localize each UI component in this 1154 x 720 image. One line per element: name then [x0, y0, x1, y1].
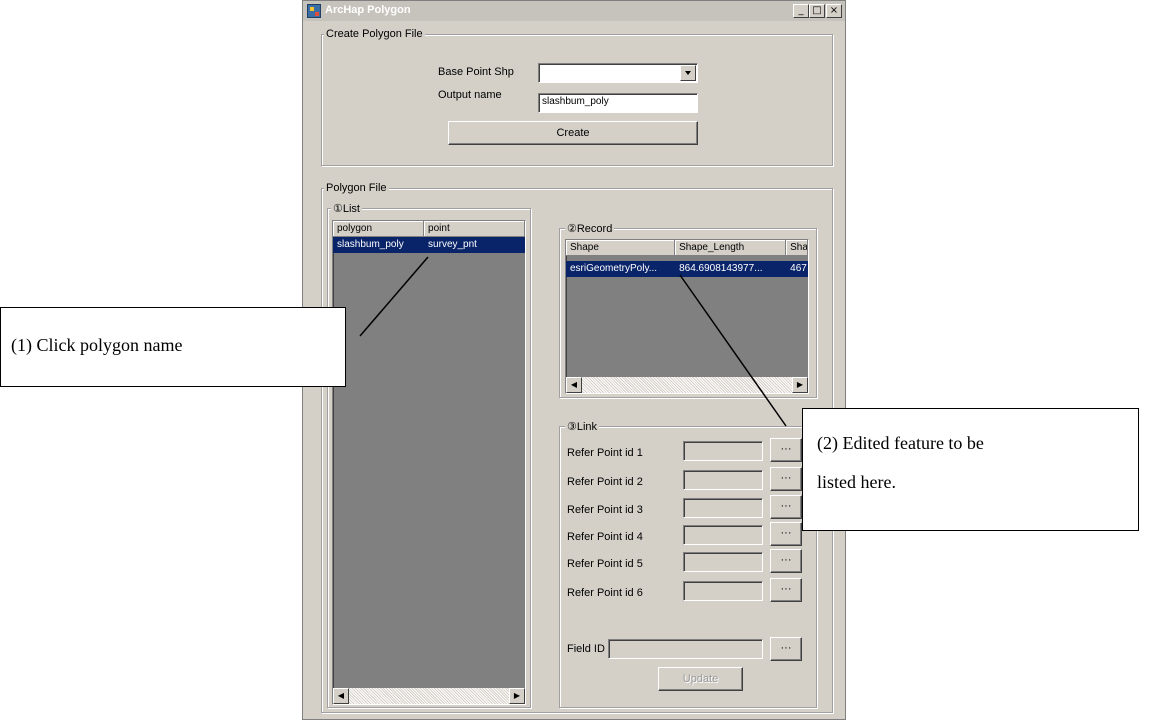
minimize-button[interactable]: _ — [793, 4, 809, 18]
close-button[interactable]: × — [826, 4, 842, 18]
shape-cell: esriGeometryPoly... — [570, 263, 658, 274]
refer-point-3-browse-button[interactable]: ··· — [770, 495, 802, 519]
scroll-right-icon[interactable]: ▶ — [509, 688, 525, 704]
refer-point-6-field[interactable] — [683, 581, 763, 601]
refer-point-5-browse-button[interactable]: ··· — [770, 549, 802, 573]
shape-length-cell: 864.6908143977... — [679, 263, 763, 274]
column-header-shape[interactable]: Shape — [566, 240, 676, 256]
polygon-cell: slashbum_poly — [337, 239, 404, 250]
refer-point-4-label: Refer Point id 4 — [567, 531, 643, 543]
callout-1-text: (1) Click polygon name — [11, 335, 183, 355]
list-horizontal-scrollbar[interactable]: ◀ ▶ — [333, 688, 525, 704]
update-button[interactable]: Update — [658, 667, 743, 691]
refer-point-2-field[interactable] — [683, 470, 763, 490]
app-icon — [307, 4, 321, 18]
output-name-input[interactable]: slashbum_poly — [538, 93, 698, 113]
refer-point-3-label: Refer Point id 3 — [567, 504, 643, 516]
record-legend: ②Record — [565, 222, 615, 235]
link-legend: ③Link — [565, 420, 600, 433]
scroll-left-icon[interactable]: ◀ — [333, 688, 349, 704]
column-header-point[interactable]: point — [424, 221, 525, 237]
refer-point-6-label: Refer Point id 6 — [567, 587, 643, 599]
title-bar[interactable]: ArcHap Polygon _ □ × — [303, 1, 845, 21]
create-polygon-legend: Create Polygon File — [324, 28, 425, 40]
record-header: Shape Shape_Length Sha — [566, 240, 808, 256]
field-id-browse-button[interactable]: ··· — [770, 637, 802, 661]
refer-point-6-browse-button[interactable]: ··· — [770, 578, 802, 602]
point-cell: survey_pnt — [428, 239, 477, 250]
refer-point-4-field[interactable] — [683, 525, 763, 545]
refer-point-2-label: Refer Point id 2 — [567, 476, 643, 488]
shape-area-cell: 467 — [790, 263, 807, 274]
list-legend: ①List — [331, 202, 362, 215]
base-point-combobox[interactable] — [538, 63, 698, 83]
window-title: ArcHap Polygon — [325, 4, 411, 16]
refer-point-5-field[interactable] — [683, 552, 763, 572]
column-header-polygon[interactable]: polygon — [333, 221, 425, 237]
scroll-right-icon[interactable]: ▶ — [792, 377, 808, 393]
column-header-shape-length[interactable]: Shape_Length — [675, 240, 787, 256]
polygon-file-legend: Polygon File — [324, 182, 389, 194]
refer-point-1-browse-button[interactable]: ··· — [770, 438, 802, 462]
refer-point-4-browse-button[interactable]: ··· — [770, 522, 802, 546]
scroll-left-icon[interactable]: ◀ — [566, 377, 582, 393]
callout-2-text-line2: listed here. — [817, 472, 896, 492]
base-point-label: Base Point Shp — [438, 66, 514, 78]
callout-edited-feature: (2) Edited feature to be listed here. — [802, 408, 1139, 531]
field-id-label: Field ID — [567, 643, 605, 655]
field-id-field[interactable] — [608, 639, 763, 659]
scroll-track[interactable] — [349, 688, 509, 704]
refer-point-5-label: Refer Point id 5 — [567, 558, 643, 570]
create-button[interactable]: Create — [448, 121, 698, 145]
maximize-button[interactable]: □ — [809, 4, 825, 18]
refer-point-3-field[interactable] — [683, 498, 763, 518]
refer-point-2-browse-button[interactable]: ··· — [770, 467, 802, 491]
app-window: ArcHap Polygon _ □ × Create Polygon File… — [302, 0, 846, 720]
record-horizontal-scrollbar[interactable]: ◀ ▶ — [566, 377, 808, 393]
callout-2-text-line1: (2) Edited feature to be — [817, 433, 984, 453]
callout-click-polygon-name: (1) Click polygon name — [0, 307, 346, 387]
output-name-label: Output name — [438, 89, 502, 101]
list-header: polygon point — [333, 221, 525, 237]
record-listview[interactable]: Shape Shape_Length Sha esriGeometryPoly.… — [565, 239, 809, 394]
dropdown-arrow-icon[interactable] — [680, 65, 696, 81]
polygon-listview[interactable]: polygon point slashbum_poly survey_pnt ◀… — [332, 220, 526, 705]
list-item[interactable]: slashbum_poly survey_pnt — [333, 237, 525, 253]
refer-point-1-label: Refer Point id 1 — [567, 447, 643, 459]
scroll-track[interactable] — [582, 377, 792, 393]
column-header-shape-area[interactable]: Sha — [786, 240, 808, 256]
refer-point-1-field[interactable] — [683, 441, 763, 461]
record-row[interactable]: esriGeometryPoly... 864.6908143977... 46… — [566, 261, 808, 277]
